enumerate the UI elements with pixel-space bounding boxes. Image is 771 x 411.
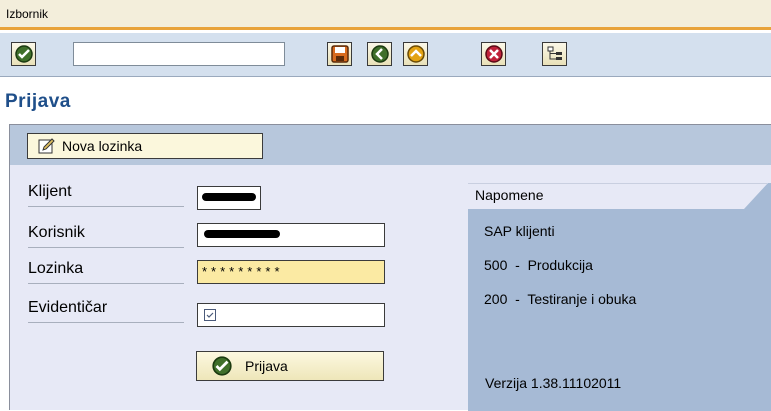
notes-box: Napomene SAP klijenti 500 - Produkcija 2… (468, 183, 771, 411)
exit-icon (406, 45, 425, 63)
evidenticar-field[interactable] (197, 303, 385, 327)
password-label: Lozinka (28, 257, 184, 284)
client-field[interactable] (197, 186, 261, 210)
panel-header: Nova lozinka (10, 125, 771, 165)
checkbox-icon (204, 309, 216, 321)
back-button[interactable] (367, 42, 392, 66)
notes-title: Napomene (475, 187, 544, 203)
notes-tab: Napomene (468, 183, 768, 209)
menu-izbornik[interactable]: Izbornik (6, 7, 48, 21)
cancel-icon (484, 45, 503, 63)
page-title: Prijava (5, 91, 71, 112)
checkmark-icon (14, 45, 33, 63)
command-field[interactable] (73, 42, 285, 66)
client-label: Klijent (28, 180, 184, 207)
menu-bar: Izbornik (0, 0, 771, 30)
tree-icon (547, 46, 562, 60)
user-label: Korisnik (28, 221, 184, 248)
login-panel: Nova lozinka Klijent Korisnik Lozinka **… (9, 124, 771, 411)
version-text: Verzija 1.38.11102011 (485, 375, 622, 391)
cancel-button[interactable] (481, 42, 506, 66)
new-password-button[interactable]: Nova lozinka (27, 133, 263, 159)
masked-value (202, 193, 256, 201)
login-button[interactable]: Prijava (196, 351, 384, 381)
notes-line: SAP klijenti (484, 223, 555, 239)
edit-pencil-icon (38, 138, 55, 154)
notes-line: 500 - Produkcija (484, 257, 593, 273)
user-field[interactable] (197, 223, 385, 247)
evidenticar-label: Evidentičar (28, 296, 184, 323)
checkmark-icon (212, 356, 232, 376)
login-button-label: Prijava (245, 358, 288, 374)
back-icon (370, 45, 389, 63)
hierarchy-button[interactable] (542, 42, 567, 66)
masked-value (204, 230, 280, 238)
new-password-label: Nova lozinka (62, 138, 143, 154)
save-button[interactable] (327, 42, 352, 66)
enter-button[interactable] (11, 42, 36, 66)
password-field[interactable]: ********* (197, 260, 385, 284)
standard-toolbar (0, 33, 771, 77)
notes-line: 200 - Testiranje i obuka (484, 291, 637, 307)
exit-button[interactable] (403, 42, 428, 66)
save-icon (330, 45, 349, 63)
